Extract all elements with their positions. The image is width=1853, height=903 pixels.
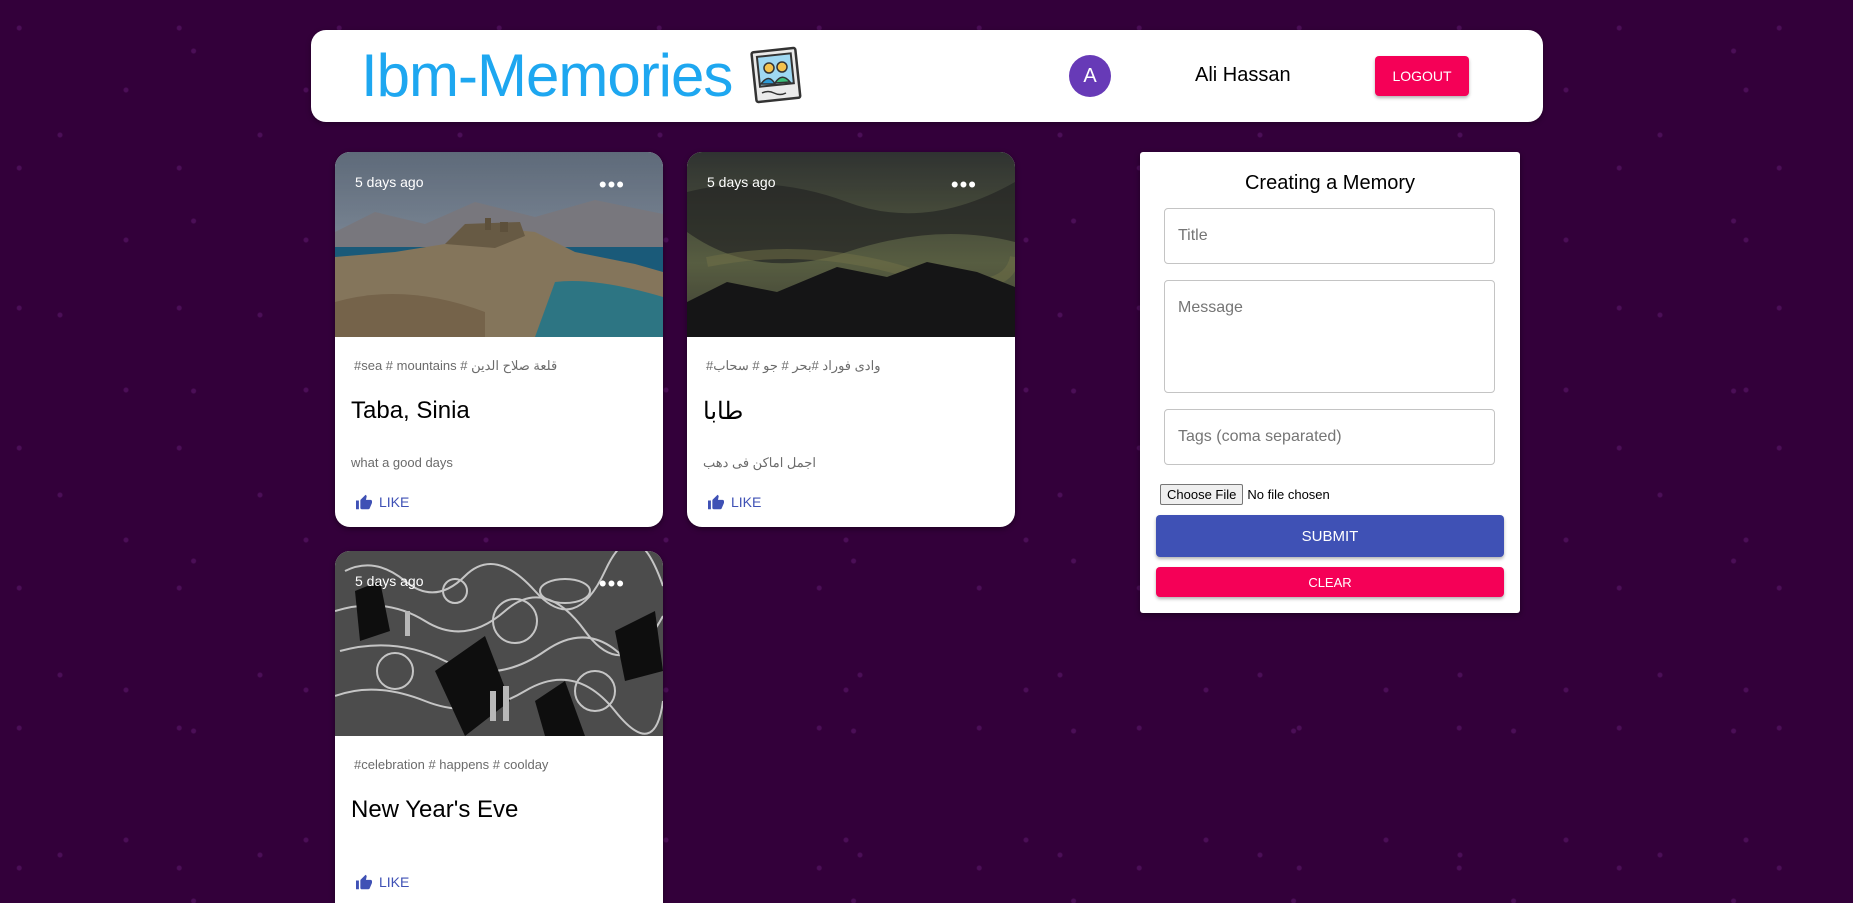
post-message: what a good days — [351, 455, 453, 470]
post-image: 5 days ago ••• — [335, 551, 663, 736]
post-tags: #celebration # happens # coolday — [354, 757, 549, 772]
post-message: اجمل اماكن فى دهب — [703, 455, 816, 470]
post-time: 5 days ago — [707, 174, 776, 190]
post-card: 5 days ago ••• #وادى فوراد #بحر # جو # س… — [687, 152, 1015, 527]
avatar[interactable]: A — [1069, 55, 1111, 97]
file-status: No file chosen — [1247, 487, 1330, 502]
post-card: 5 days ago ••• #celebration # happens # … — [335, 551, 663, 903]
post-tags: #وادى فوراد #بحر # جو # سحاب — [706, 358, 881, 373]
like-button[interactable]: LIKE — [355, 874, 409, 890]
file-picker: Choose File No file chosen — [1160, 484, 1330, 505]
brand: Ibm-Memories — [361, 40, 804, 112]
title-input[interactable] — [1164, 208, 1495, 264]
app-title: Ibm-Memories — [361, 42, 733, 109]
thumb-up-icon — [708, 494, 724, 510]
choose-file-button[interactable]: Choose File — [1160, 484, 1244, 505]
more-options-icon[interactable]: ••• — [951, 172, 977, 198]
post-card: 5 days ago ••• #sea # mountains # قلعة ص… — [335, 152, 663, 527]
post-tags: #sea # mountains # قلعة صلاح الدين — [354, 358, 558, 373]
clear-button[interactable]: CLEAR — [1156, 567, 1504, 597]
submit-button[interactable]: SUBMIT — [1156, 515, 1504, 557]
post-title: Taba, Sinia — [351, 397, 470, 424]
post-image: 5 days ago ••• — [335, 152, 663, 337]
form-heading: Creating a Memory — [1244, 172, 1416, 194]
memories-photo-icon — [750, 46, 802, 104]
thumb-up-icon — [356, 494, 372, 510]
message-input[interactable] — [1164, 280, 1495, 393]
post-title: New Year's Eve — [351, 796, 519, 823]
logout-button[interactable]: LOGOUT — [1375, 56, 1469, 96]
like-label: LIKE — [731, 494, 762, 510]
post-time: 5 days ago — [355, 573, 424, 589]
like-label: LIKE — [379, 874, 410, 890]
app-bar: Ibm-Memories A Ali Hassan LOGOUT — [311, 30, 1543, 122]
post-image: 5 days ago ••• — [687, 152, 1015, 337]
more-options-icon[interactable]: ••• — [599, 571, 625, 597]
thumb-up-icon — [356, 874, 372, 890]
like-label: LIKE — [379, 494, 410, 510]
more-options-icon[interactable]: ••• — [599, 172, 625, 198]
like-button[interactable]: LIKE — [355, 494, 409, 510]
tags-input[interactable] — [1164, 409, 1495, 465]
like-button[interactable]: LIKE — [707, 494, 761, 510]
post-time: 5 days ago — [355, 174, 424, 190]
post-title: طابا — [703, 398, 744, 425]
user-name: Ali Hassan — [1195, 64, 1291, 86]
create-memory-form: Creating a Memory Choose File No file ch… — [1140, 152, 1520, 613]
